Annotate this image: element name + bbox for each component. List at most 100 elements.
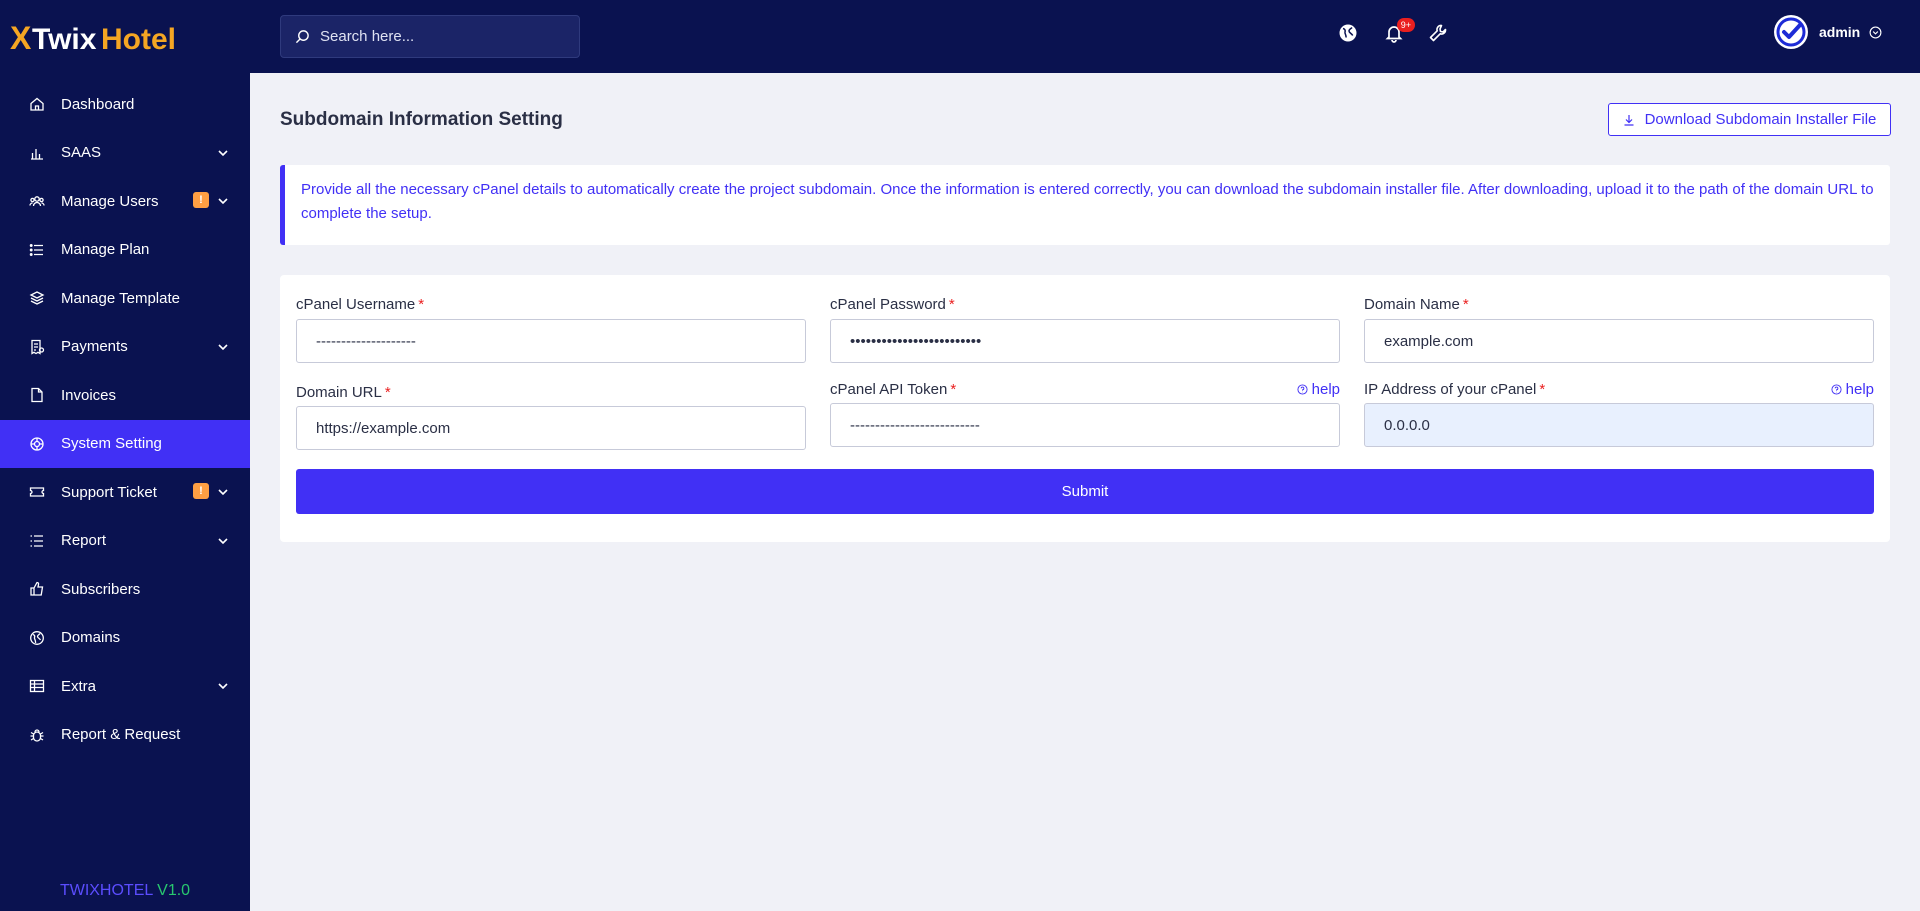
search-box[interactable]: [280, 15, 580, 58]
chevron-down-icon: [218, 343, 228, 350]
sidebar-item-report-request[interactable]: Report & Request: [0, 711, 250, 760]
sidebar-item-system-setting[interactable]: System Setting: [0, 419, 250, 468]
sidebar-item-extra[interactable]: Extra: [0, 662, 250, 711]
sidebar-item-label: System Setting: [61, 435, 162, 453]
language-globe-button[interactable]: [1337, 22, 1359, 44]
wrench-icon: [1429, 24, 1447, 42]
cpanel-username-input[interactable]: [296, 319, 806, 363]
ticket-icon: [29, 484, 45, 500]
sidebar-item-label: Manage Template: [61, 289, 180, 307]
sidebar-item-saas[interactable]: SAAS: [0, 129, 250, 178]
domain-name-label: Domain Name *: [1364, 295, 1469, 313]
cpanel-password-input[interactable]: [830, 319, 1340, 363]
sidebar-item-payments[interactable]: Payments: [0, 323, 250, 372]
sidebar-item-manage-users[interactable]: Manage Users !: [0, 177, 250, 226]
cpanel-api-token-input[interactable]: [830, 403, 1340, 447]
file-icon: [29, 387, 45, 403]
domain-name-input[interactable]: [1364, 319, 1874, 363]
app-version: TWIXHOTEL V1.0: [0, 882, 250, 900]
download-installer-label: Download Subdomain Installer File: [1644, 111, 1877, 128]
warning-badge: !: [193, 192, 209, 208]
user-name: admin: [1819, 24, 1861, 40]
sidebar-item-invoices[interactable]: Invoices: [0, 371, 250, 420]
notification-count-badge: 9+: [1396, 18, 1415, 32]
sidebar-item-dashboard[interactable]: Dashboard: [0, 80, 250, 129]
topbar: 9+ admin: [250, 0, 1920, 73]
sidebar-item-label: Invoices: [61, 386, 117, 404]
help-circle-icon: [1297, 384, 1308, 395]
bug-icon: [29, 727, 45, 743]
cpanel-api-token-label: cPanel API Token *: [830, 380, 957, 398]
chevron-down-icon: [218, 149, 228, 156]
globe-icon: [29, 630, 45, 646]
cpanel-username-group: cPanel Username *: [296, 294, 806, 363]
sidebar-item-subscribers[interactable]: Subscribers: [0, 565, 250, 614]
logo-x: X: [10, 20, 32, 56]
version-brand: TWIXHOTEL: [59, 882, 153, 899]
checkmark-avatar-icon: [1776, 17, 1806, 47]
sidebar-item-label: Domains: [61, 629, 121, 647]
layers-icon: [29, 290, 45, 306]
submit-button[interactable]: Submit: [296, 469, 1874, 514]
ip-address-group: IP Address of your cPanel * help: [1364, 379, 1874, 447]
ip-address-label: IP Address of your cPanel *: [1364, 380, 1546, 398]
home-icon: [29, 96, 45, 112]
sidebar-item-label: Subscribers: [61, 580, 141, 598]
sidebar-item-manage-template[interactable]: Manage Template: [0, 274, 250, 323]
version-number: V1.0: [157, 882, 191, 899]
tools-button[interactable]: [1427, 22, 1449, 44]
sidebar-item-label: Dashboard: [61, 95, 135, 113]
sidebar-item-domains[interactable]: Domains: [0, 614, 250, 663]
subdomain-form: cPanel Username* cPanel Password* Domain…: [280, 275, 1890, 542]
main-content: Subdomain Information Setting Download S…: [250, 73, 1920, 911]
download-icon: [1624, 114, 1634, 126]
bar-chart-icon: [29, 145, 45, 161]
report-icon: [29, 533, 45, 549]
globe-icon: [1339, 24, 1357, 42]
chevron-down-icon: [218, 537, 228, 544]
api-token-help-link[interactable]: help: [1297, 381, 1340, 398]
cpanel-username-label: cPanel Username *: [296, 295, 425, 313]
logo-twix: Twix: [32, 23, 97, 56]
receipt-icon: [29, 339, 45, 355]
brand-logo[interactable]: X Twix Hotel: [0, 0, 250, 73]
chevron-down-icon: [218, 489, 228, 496]
sidebar-item-label: Manage Plan: [61, 241, 150, 259]
cpanel-password-label: cPanel Password *: [830, 295, 955, 313]
sidebar-item-manage-plan[interactable]: Manage Plan: [0, 226, 250, 275]
chevron-down-icon: [218, 198, 228, 205]
users-icon: [29, 193, 45, 209]
search-input[interactable]: [320, 28, 560, 45]
info-alert-text: Provide all the necessary cPanel details…: [301, 181, 1874, 222]
chevron-down-icon: [218, 683, 228, 690]
chevron-down-circle-icon: [1869, 26, 1882, 38]
sidebar-nav: Dashboard SAAS Manage Users ! Manage Pla…: [0, 80, 250, 759]
info-alert: Provide all the necessary cPanel details…: [280, 165, 1890, 245]
domain-name-group: Domain Name *: [1364, 294, 1874, 363]
user-menu[interactable]: admin: [1774, 15, 1882, 49]
notifications-button[interactable]: 9+: [1383, 18, 1415, 44]
sidebar-item-report[interactable]: Report: [0, 517, 250, 566]
page-title: Subdomain Information Setting: [280, 109, 563, 130]
warning-badge: !: [193, 483, 209, 499]
cpanel-api-token-group: cPanel API Token * help: [830, 379, 1340, 447]
download-installer-button[interactable]: Download Subdomain Installer File: [1608, 103, 1891, 136]
logo-hotel: Hotel: [101, 23, 176, 56]
table-icon: [29, 678, 45, 694]
sidebar: X Twix Hotel Dashboard SAAS Manage Users…: [0, 0, 250, 911]
sidebar-item-label: Report & Request: [61, 726, 181, 744]
cpanel-password-group: cPanel Password *: [830, 294, 1340, 363]
ip-address-help-link[interactable]: help: [1831, 381, 1874, 398]
search-icon: [295, 30, 309, 44]
domain-url-input[interactable]: [296, 406, 806, 450]
list-icon: [29, 242, 45, 258]
help-circle-icon: [1831, 384, 1842, 395]
avatar: [1774, 15, 1808, 49]
domain-url-label: Domain URL *: [296, 383, 391, 401]
ip-address-input[interactable]: [1364, 403, 1874, 447]
thumbs-up-icon: [29, 581, 45, 597]
settings-icon: [29, 436, 45, 452]
sidebar-item-support-ticket[interactable]: Support Ticket !: [0, 468, 250, 517]
domain-url-group: Domain URL *: [296, 382, 806, 450]
brand-logo-icon: X Twix Hotel: [10, 20, 176, 56]
